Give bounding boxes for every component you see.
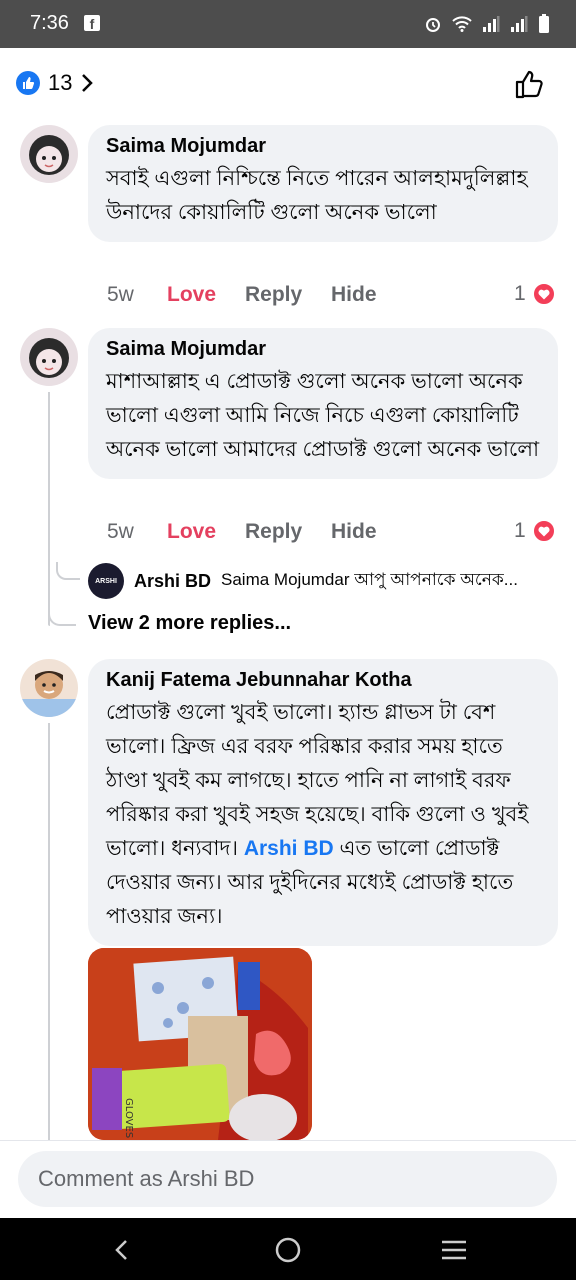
wifi-icon xyxy=(452,16,472,32)
reaction-summary[interactable]: 13 xyxy=(16,70,94,96)
comment-input[interactable]: Comment as Arshi BD xyxy=(18,1151,557,1207)
signal-icon xyxy=(511,16,528,32)
thread-line xyxy=(48,392,50,626)
reply-author[interactable]: Arshi BD xyxy=(134,571,211,592)
avatar[interactable]: ARSHI xyxy=(88,563,124,599)
avatar[interactable] xyxy=(20,659,78,717)
love-button[interactable]: Love xyxy=(167,283,245,307)
reply-button[interactable]: Reply xyxy=(245,283,331,307)
comment-bubble[interactable]: Saima Mojumdar সবাই এগুলা নিশ্চিন্তে নিত… xyxy=(88,125,558,242)
navigation-bar xyxy=(0,1218,576,1280)
hide-button[interactable]: Hide xyxy=(331,520,377,544)
comment-author[interactable]: Saima Mojumdar xyxy=(106,338,540,361)
comment-time[interactable]: 5w xyxy=(107,283,167,307)
comment-author[interactable]: Kanij Fatema Jebunnahar Kotha xyxy=(106,669,540,692)
mention-link[interactable]: Arshi BD xyxy=(244,837,334,860)
like-icon xyxy=(16,71,40,95)
status-time: 7:36 xyxy=(30,12,69,34)
battery-icon xyxy=(539,14,549,33)
thread-line xyxy=(48,723,50,1140)
comment-text: মাশাআল্লাহ এ প্রোডাক্ট গুলো অনেক ভালো অন… xyxy=(106,370,540,461)
heart-icon xyxy=(531,519,556,543)
comment-actions: 5w Love Reply Hide xyxy=(107,283,377,307)
reaction-count: 13 xyxy=(48,70,73,95)
comment-photo[interactable]: GLOVES xyxy=(88,948,312,1140)
love-button[interactable]: Love xyxy=(167,520,245,544)
comment-text: প্রোডাক্ট গুলো খুবই ভালো। হ্যান্ড গ্লাভস… xyxy=(106,696,540,934)
comment-bubble[interactable]: Kanij Fatema Jebunnahar Kotha প্রোডাক্ট … xyxy=(88,659,558,946)
hide-button[interactable]: Hide xyxy=(331,283,377,307)
thumbs-up-icon xyxy=(515,70,543,99)
comment-time[interactable]: 5w xyxy=(107,520,167,544)
menu-icon[interactable] xyxy=(434,1230,474,1270)
reaction-count: 1 xyxy=(514,519,526,542)
view-more-replies[interactable]: View 2 more replies... xyxy=(88,612,291,635)
heart-icon xyxy=(531,282,556,306)
reactions-header: 13 xyxy=(0,48,576,118)
alarm-icon xyxy=(426,18,440,32)
comment-reaction-count[interactable]: 1 xyxy=(514,519,556,543)
comment-text: সবাই এগুলা নিশ্চিন্তে নিতে পারেন আলহামদু… xyxy=(106,167,528,224)
status-bar: 7:36 f xyxy=(0,0,576,48)
reaction-count: 1 xyxy=(514,282,526,305)
comment-actions: 5w Love Reply Hide xyxy=(107,520,377,544)
chevron-right-icon xyxy=(82,74,94,92)
reply-snippet[interactable]: Saima Mojumdar আপু আপনাকে অনেক... xyxy=(221,567,561,595)
comment-author[interactable]: Saima Mojumdar xyxy=(106,135,540,158)
home-icon[interactable] xyxy=(268,1230,308,1270)
system-icons xyxy=(424,12,550,36)
avatar[interactable] xyxy=(20,328,78,386)
thread-connector xyxy=(48,600,76,626)
photo-label: GLOVES xyxy=(123,1098,134,1138)
facebook-notification-icon: f xyxy=(84,15,100,32)
like-button[interactable] xyxy=(514,68,546,105)
signal-icon xyxy=(483,16,500,32)
thread-connector xyxy=(56,562,80,580)
reply-preview[interactable]: ARSHI Arshi BD Saima Mojumdar আপু আপনাকে… xyxy=(88,563,561,599)
reply-button[interactable]: Reply xyxy=(245,520,331,544)
avatar[interactable] xyxy=(20,125,78,183)
comment-composer: Comment as Arshi BD xyxy=(0,1140,576,1218)
comment-reaction-count[interactable]: 1 xyxy=(514,282,556,306)
back-icon[interactable] xyxy=(102,1230,142,1270)
comment-bubble[interactable]: Saima Mojumdar মাশাআল্লাহ এ প্রোডাক্ট গু… xyxy=(88,328,558,479)
